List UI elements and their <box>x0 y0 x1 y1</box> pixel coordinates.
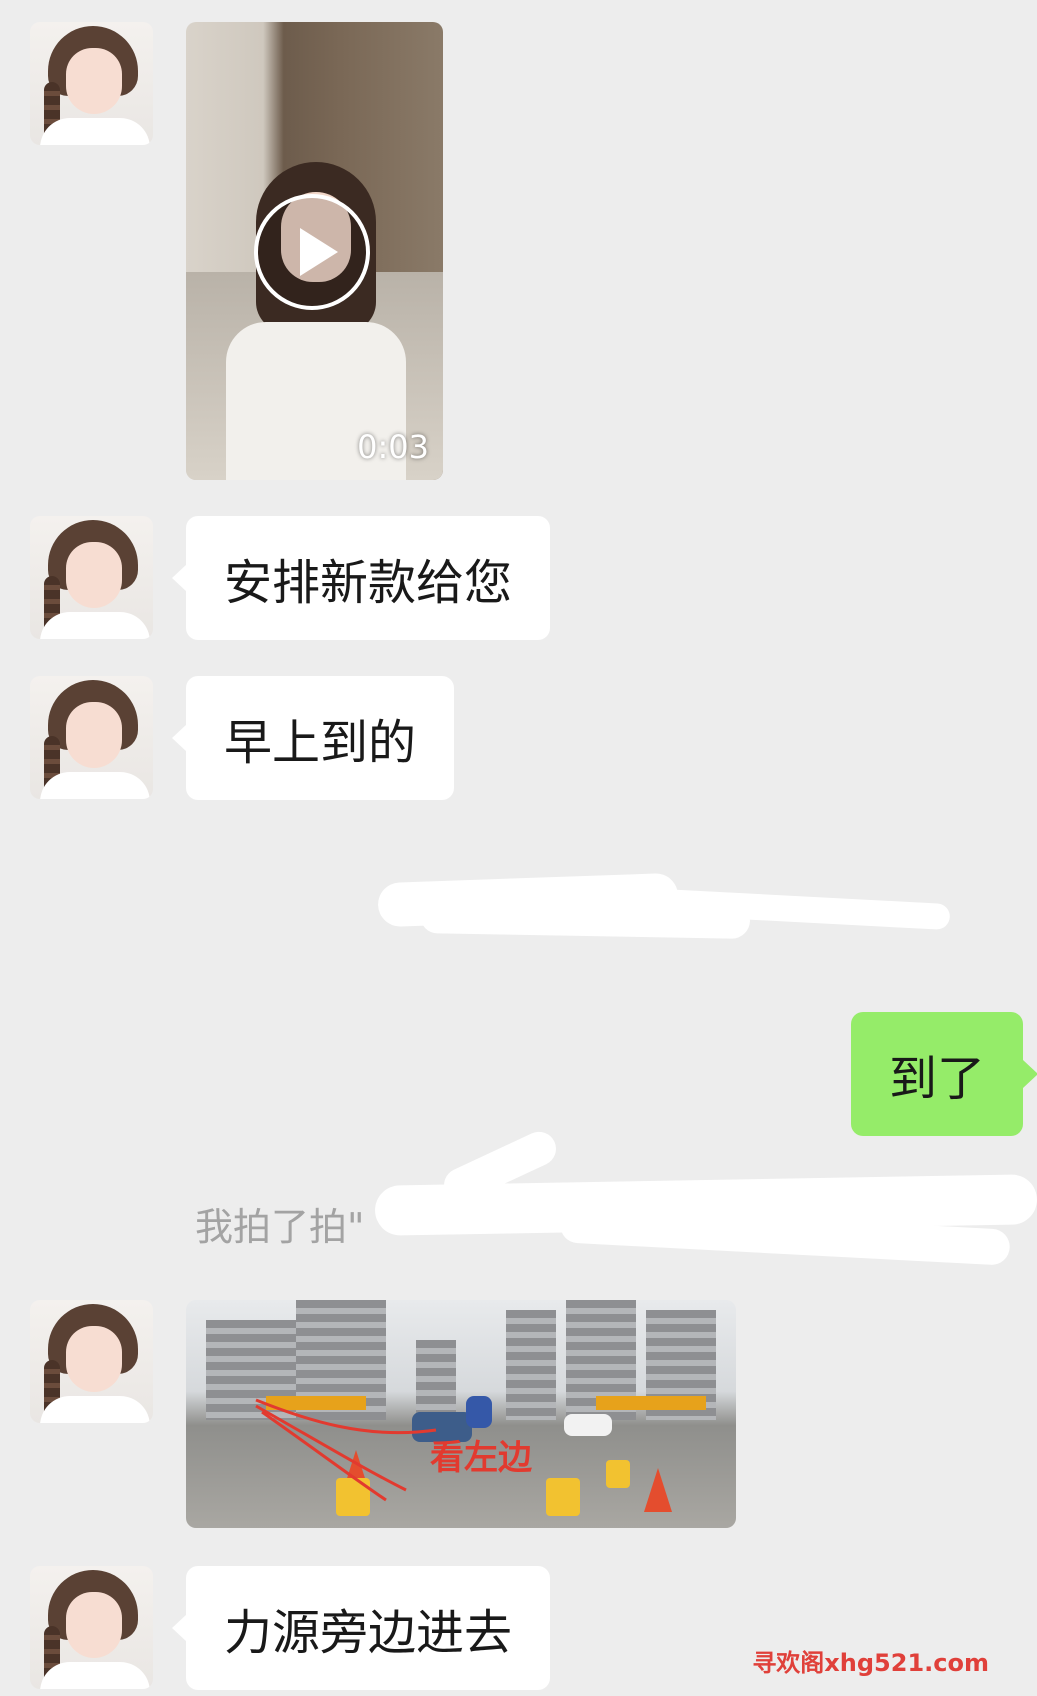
avatar-face <box>66 48 122 114</box>
play-icon[interactable] <box>254 194 370 310</box>
incoming-text-bubble[interactable]: 早上到的 <box>171 676 455 800</box>
system-pat-notice: 我拍了拍" <box>195 1205 365 1249</box>
avatar-face <box>66 1592 122 1658</box>
outgoing-text-bubble[interactable]: 到了 <box>850 1012 1037 1136</box>
incoming-text-bubble[interactable]: 力源旁边进去 <box>171 1566 551 1690</box>
avatar-shirt <box>40 1396 150 1423</box>
photo-message[interactable]: 看左边 <box>186 1300 736 1528</box>
chat-screen: { "messages": { "video_duration": "0:03"… <box>0 0 1037 1696</box>
contact-avatar[interactable] <box>30 1300 153 1423</box>
video-message[interactable]: 0:03 <box>186 22 443 480</box>
contact-avatar[interactable] <box>30 516 153 639</box>
avatar-face <box>66 1326 122 1392</box>
avatar-shirt <box>40 612 150 639</box>
video-duration: 0:03 <box>357 428 429 466</box>
contact-avatar[interactable] <box>30 676 153 799</box>
avatar-face <box>66 702 122 768</box>
incoming-text-bubble[interactable]: 安排新款给您 <box>171 516 551 640</box>
photo-caption: 看左边 <box>430 1438 532 1478</box>
avatar-shirt <box>40 772 150 799</box>
avatar-face <box>66 542 122 608</box>
contact-avatar[interactable] <box>30 22 153 145</box>
watermark: 寻欢阁xhg521.com <box>752 1649 989 1677</box>
photo-red-arrow-annotation <box>255 1398 437 1502</box>
contact-avatar[interactable] <box>30 1566 153 1689</box>
avatar-shirt <box>40 1662 150 1689</box>
avatar-shirt <box>40 118 150 145</box>
